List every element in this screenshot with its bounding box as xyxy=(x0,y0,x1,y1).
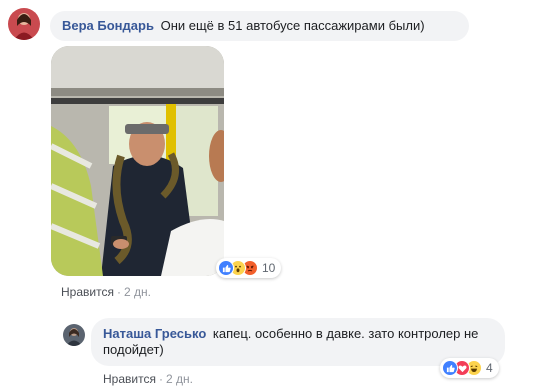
comment-photo[interactable] xyxy=(51,46,224,276)
avatar[interactable] xyxy=(63,324,85,346)
like-icon xyxy=(442,360,458,376)
comment-actions: Нравится · 2 дн. xyxy=(61,285,151,299)
reaction-count: 4 xyxy=(486,361,493,375)
comment-bubble: Вера Бондарь Они ещё в 51 автобусе пасса… xyxy=(50,11,469,41)
separator: · xyxy=(116,285,121,299)
like-link[interactable]: Нравится xyxy=(103,372,156,386)
separator: · xyxy=(158,372,163,386)
reply-bubble: Наташа Гресько капец. особенно в давке. … xyxy=(91,318,505,366)
avatar[interactable] xyxy=(8,8,40,40)
reaction-summary[interactable]: 10 xyxy=(216,258,282,278)
reply-actions: Нравится · 2 дн. xyxy=(103,372,193,386)
comment-author[interactable]: Вера Бондарь xyxy=(62,18,154,33)
reply-author[interactable]: Наташа Гресько xyxy=(103,326,206,341)
reaction-summary[interactable]: 4 xyxy=(440,358,499,378)
timestamp[interactable]: 2 дн. xyxy=(124,285,151,299)
timestamp[interactable]: 2 дн. xyxy=(166,372,193,386)
like-icon xyxy=(218,260,234,276)
like-link[interactable]: Нравится xyxy=(61,285,114,299)
reaction-count: 10 xyxy=(262,261,276,275)
comment-text: Они ещё в 51 автобусе пассажирами были) xyxy=(160,18,425,33)
